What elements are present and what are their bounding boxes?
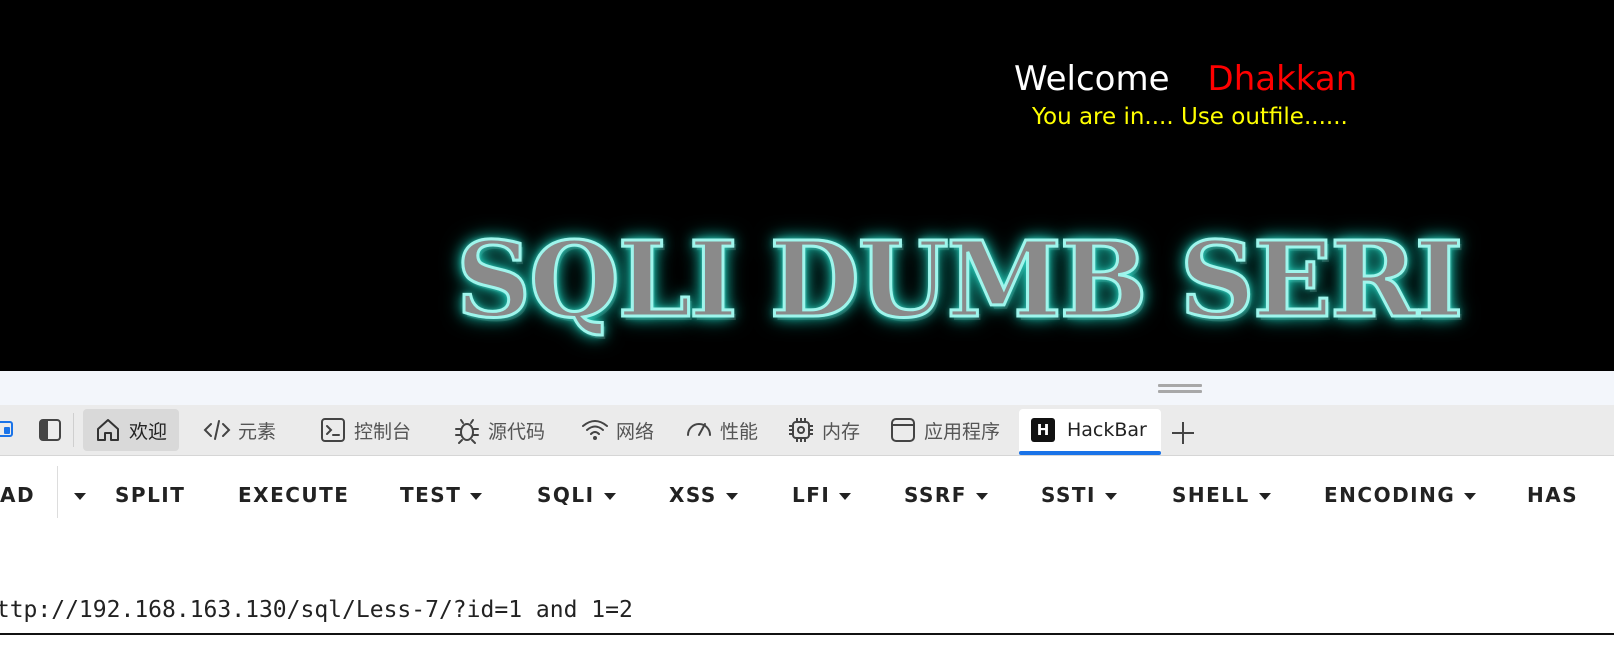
load-dropdown-button[interactable] xyxy=(65,483,86,507)
menu-divider xyxy=(57,466,58,518)
sqli-banner-image: SQLI DUMB SERI xyxy=(454,217,1464,343)
tab-sources[interactable]: 源代码 xyxy=(452,409,545,451)
chip-icon xyxy=(789,418,813,442)
hackbar-logo-icon: H xyxy=(1031,418,1055,442)
caret-down-icon xyxy=(603,493,616,500)
tab-performance[interactable]: 性能 xyxy=(684,409,758,451)
wifi-icon xyxy=(582,420,608,440)
lfi-label: LFI xyxy=(792,483,831,507)
xss-label: XSS xyxy=(669,483,717,507)
console-icon xyxy=(321,418,345,442)
device-emulation-icon[interactable] xyxy=(0,417,18,443)
sqli-label: SQLI xyxy=(537,483,595,507)
test-menu[interactable]: TEST xyxy=(400,483,483,507)
split-button[interactable]: SPLIT xyxy=(115,483,185,507)
sqli-menu[interactable]: SQLI xyxy=(537,483,616,507)
tab-network[interactable]: 网络 xyxy=(580,409,654,451)
ssti-label: SSTI xyxy=(1041,483,1096,507)
status-message: You are in.... Use outfile...... xyxy=(1032,104,1348,130)
tab-label: 源代码 xyxy=(488,420,546,443)
devtools-panel: 欢迎 元素 控制台 源代码 网络 性能 内存 应用程序 H HackBar AD… xyxy=(0,371,1614,668)
ssrf-label: SSRF xyxy=(904,483,967,507)
gauge-icon xyxy=(687,423,711,436)
web-page-viewport: Welcome Dhakkan You are in.... Use outfil… xyxy=(0,0,1614,371)
caret-down-icon xyxy=(725,493,738,500)
caret-down-icon xyxy=(839,493,852,500)
tab-label: 控制台 xyxy=(354,420,412,443)
bug-icon xyxy=(455,419,479,444)
encoding-label: ENCODING xyxy=(1324,483,1456,507)
lfi-menu[interactable]: LFI xyxy=(792,483,852,507)
tab-memory[interactable]: 内存 xyxy=(786,409,860,451)
tab-label: 内存 xyxy=(822,420,861,443)
caret-down-icon xyxy=(1105,493,1117,500)
code-icon xyxy=(203,420,231,440)
caret-down-icon xyxy=(470,493,483,500)
tab-label: 应用程序 xyxy=(924,420,1001,443)
ssti-menu[interactable]: SSTI xyxy=(1041,483,1117,507)
tab-label: 欢迎 xyxy=(129,420,168,443)
devtools-tab-bar: 欢迎 元素 控制台 源代码 网络 性能 内存 应用程序 H HackBar xyxy=(0,405,1614,456)
welcome-line: Welcome Dhakkan xyxy=(1014,58,1357,100)
shell-label: SHELL xyxy=(1172,483,1250,507)
url-input[interactable] xyxy=(0,587,1614,635)
username-text: Dhakkan xyxy=(1207,59,1358,99)
resize-handle-icon[interactable] xyxy=(1158,384,1202,393)
tab-application[interactable]: 应用程序 xyxy=(888,409,1000,451)
devtools-resize-bar[interactable] xyxy=(0,371,1614,405)
test-label: TEST xyxy=(400,483,462,507)
window-icon xyxy=(891,418,915,442)
tab-label: 性能 xyxy=(720,420,759,443)
caret-down-icon xyxy=(975,493,988,500)
tab-bar-divider xyxy=(73,413,74,447)
caret-down-icon xyxy=(1464,493,1477,500)
caret-down-icon xyxy=(74,493,86,500)
caret-down-icon xyxy=(1258,493,1271,500)
xss-menu[interactable]: XSS xyxy=(669,483,738,507)
load-button[interactable]: AD xyxy=(0,483,35,507)
tab-label: HackBar xyxy=(1067,419,1147,441)
ssrf-menu[interactable]: SSRF xyxy=(904,483,988,507)
add-tab-icon[interactable] xyxy=(1170,420,1196,446)
home-icon xyxy=(97,419,119,441)
shell-menu[interactable]: SHELL xyxy=(1172,483,1271,507)
hash-menu[interactable]: HAS xyxy=(1527,483,1578,507)
tab-label: 元素 xyxy=(238,420,277,443)
tab-welcome[interactable]: 欢迎 xyxy=(83,409,180,451)
tab-elements[interactable]: 元素 xyxy=(202,409,276,451)
tab-console[interactable]: 控制台 xyxy=(318,409,411,451)
encoding-menu[interactable]: ENCODING xyxy=(1324,483,1477,507)
welcome-text: Welcome xyxy=(1014,59,1170,99)
tab-hackbar[interactable]: H HackBar xyxy=(1019,409,1161,455)
execute-button[interactable]: EXECUTE xyxy=(238,483,349,507)
dock-sidebar-icon[interactable] xyxy=(37,417,63,443)
tab-label: 网络 xyxy=(616,420,655,443)
hackbar-menu: AD SPLIT EXECUTE TEST SQLI XSS LFI SSRF … xyxy=(0,456,1614,533)
